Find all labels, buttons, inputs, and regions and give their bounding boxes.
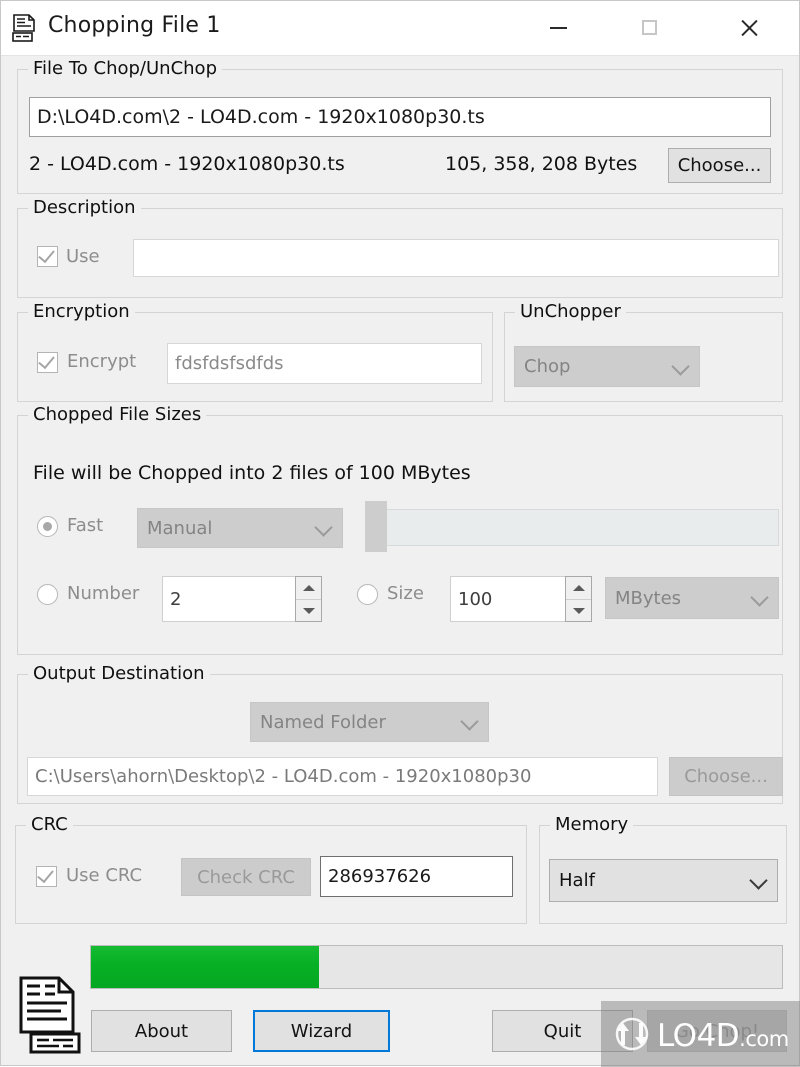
encrypt-label: Encrypt [67,351,137,372]
size-stepper[interactable]: 100 [450,576,592,622]
chop-progress-fill [91,946,320,988]
encryption-password-input[interactable]: fdsfdsfsdfds [167,343,482,384]
chop-file-icon [12,14,35,42]
size-label: Size [387,583,424,604]
chevron-down-icon [314,518,333,537]
unchopper-mode-select[interactable]: Chop [514,346,700,387]
wizard-button[interactable]: Wizard [253,1010,390,1052]
window-title: Chopping File 1 [48,13,221,38]
size-spin-buttons[interactable] [565,576,592,622]
fast-radio[interactable] [37,516,58,537]
chevron-down-icon [460,712,479,731]
chop-size-slider-track[interactable] [385,509,779,546]
file-path-input[interactable]: D:\LO4D.com\2 - LO4D.com - 1920x1080p30.… [29,97,771,137]
number-spin-buttons[interactable] [295,576,322,622]
title-bar: Chopping File 1 [1,1,799,56]
quit-button[interactable]: Quit [492,1010,633,1052]
number-stepper[interactable]: 2 [162,576,322,622]
check-crc-button[interactable]: Check CRC [181,858,311,896]
fast-mode-select[interactable]: Manual [137,508,343,548]
description-input[interactable] [133,239,779,277]
file-size-label: 105, 358, 208 Bytes [445,153,638,175]
size-spin-down[interactable] [566,599,591,622]
chevron-down-icon [671,356,690,376]
close-icon [739,18,759,38]
check-icon [38,245,55,264]
size-unit-value: MBytes [615,587,682,609]
memory-select[interactable]: Half [549,859,778,902]
close-button[interactable] [716,1,782,54]
fast-label: Fast [67,515,104,536]
file-to-chop-group-title: File To Chop/UnChop [28,58,222,79]
radio-dot-icon [43,522,52,531]
crc-value-input[interactable]: 286937626 [320,856,513,897]
memory-group-title: Memory [550,814,634,835]
file-name-label: 2 - LO4D.com - 1920x1080p30.ts [29,153,345,175]
go-chop-button[interactable]: Go Chop! [647,1010,787,1052]
size-spin-up[interactable] [566,577,591,599]
choose-file-button[interactable]: Choose... [668,148,771,183]
use-crc-checkbox[interactable] [36,865,57,887]
description-group-title: Description [28,197,141,218]
triangle-down-icon [302,608,315,614]
chop-progress-bar [90,945,783,989]
size-unit-select[interactable]: MBytes [605,577,779,619]
triangle-down-icon [572,608,585,614]
maximize-icon [641,20,657,35]
memory-value: Half [559,870,595,891]
triangle-up-icon [572,585,585,591]
chevron-down-icon [750,588,769,607]
check-icon [37,865,54,884]
chopper-window: Chopping File 1 File To Chop/UnChop D:\L… [0,0,800,1067]
encryption-group-title: Encryption [28,301,135,322]
crc-group-title: CRC [26,814,73,835]
number-spin-up[interactable] [296,577,321,599]
unchopper-mode-value: Chop [524,356,571,377]
document-list-icon [19,976,81,1054]
triangle-up-icon [302,585,315,591]
unchopper-group-title: UnChopper [515,301,626,322]
minimize-icon [549,26,567,29]
use-description-label: Use [66,246,100,267]
output-path-input[interactable]: C:\Users\ahorn\Desktop\2 - LO4D.com - 19… [27,757,658,796]
use-description-checkbox[interactable] [37,245,58,267]
output-mode-value: Named Folder [260,711,386,733]
maximize-button[interactable] [616,1,682,54]
chopped-file-sizes-group-title: Chopped File Sizes [28,404,207,425]
chevron-down-icon [749,870,768,890]
number-spin-down[interactable] [296,599,321,622]
use-crc-label: Use CRC [66,865,143,886]
output-mode-select[interactable]: Named Folder [250,702,489,742]
about-button[interactable]: About [91,1010,232,1052]
size-radio[interactable] [357,584,378,605]
choose-output-button[interactable]: Choose... [669,757,783,796]
number-label: Number [67,583,140,604]
number-radio[interactable] [37,584,58,605]
check-icon [38,351,55,370]
fast-mode-value: Manual [147,517,213,539]
minimize-button[interactable] [525,1,591,54]
encrypt-checkbox[interactable] [37,351,58,373]
output-destination-group-title: Output Destination [28,663,210,684]
chop-summary-label: File will be Chopped into 2 files of 100… [33,462,471,484]
chop-size-slider-thumb[interactable] [365,501,387,552]
